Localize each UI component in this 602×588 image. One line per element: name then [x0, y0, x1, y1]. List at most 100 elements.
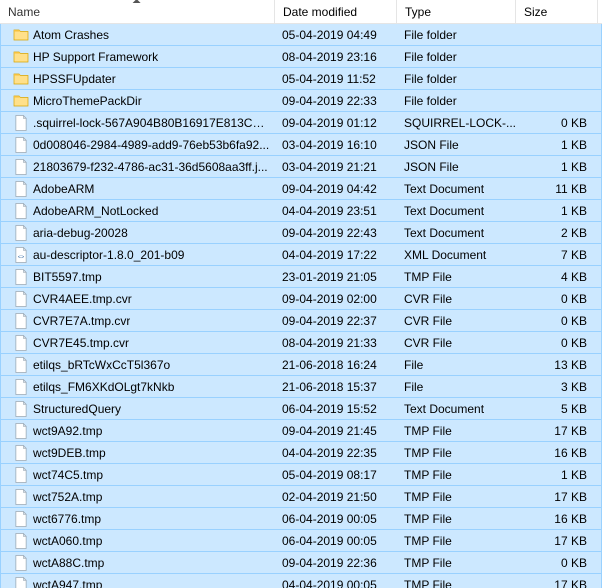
file-icon: [13, 489, 29, 505]
cell-date: 21-06-2018 15:37: [276, 376, 398, 397]
file-list: Atom Crashes05-04-2019 04:49File folderH…: [0, 24, 602, 588]
cell-type: JSON File: [398, 134, 517, 155]
cell-size: 11 KB: [517, 178, 599, 199]
table-row[interactable]: BIT5597.tmp23-01-2019 21:05TMP File4 KB: [0, 266, 602, 288]
cell-date: 05-04-2019 08:17: [276, 464, 398, 485]
file-icon: [13, 533, 29, 549]
table-row[interactable]: CVR4AEE.tmp.cvr09-04-2019 02:00CVR File0…: [0, 288, 602, 310]
cell-type: Text Document: [398, 178, 517, 199]
folder-icon: [13, 27, 29, 43]
table-row[interactable]: wctA060.tmp06-04-2019 00:05TMP File17 KB: [0, 530, 602, 552]
table-row[interactable]: etilqs_FM6XKdOLgt7kNkb21-06-2018 15:37Fi…: [0, 376, 602, 398]
cell-date: 04-04-2019 00:05: [276, 574, 398, 588]
cell-size: 0 KB: [517, 112, 599, 133]
table-row[interactable]: wct9DEB.tmp04-04-2019 22:35TMP File16 KB: [0, 442, 602, 464]
cell-size: 13 KB: [517, 354, 599, 375]
table-row[interactable]: 0d008046-2984-4989-add9-76eb53b6fa92... 0…: [0, 134, 602, 156]
column-header-name-label: Name: [8, 5, 40, 19]
cell-size: 4 KB: [517, 266, 599, 287]
file-icon: [13, 225, 29, 241]
cell-size: 2 KB: [517, 222, 599, 243]
table-row[interactable]: HP Support Framework08-04-2019 23:16File…: [0, 46, 602, 68]
file-icon: [13, 269, 29, 285]
file-icon: [13, 357, 29, 373]
cell-type: Text Document: [398, 200, 517, 221]
cell-size: [517, 24, 599, 45]
cell-size: 0 KB: [517, 332, 599, 353]
file-name: CVR7E45.tmp.cvr: [33, 336, 129, 350]
cell-size: 16 KB: [517, 442, 599, 463]
folder-icon: [13, 71, 29, 87]
file-icon: [13, 291, 29, 307]
cell-type: TMP File: [398, 552, 517, 573]
cell-size: 1 KB: [517, 134, 599, 155]
table-row[interactable]: MicroThemePackDir 09-04-2019 22:33File fo…: [0, 90, 602, 112]
file-icon: [13, 115, 29, 131]
table-row[interactable]: AdobeARM_NotLocked04-04-2019 23:51Text D…: [0, 200, 602, 222]
table-row[interactable]: CVR7E7A.tmp.cvr09-04-2019 22:37CVR File0…: [0, 310, 602, 332]
file-icon: [13, 445, 29, 461]
file-name: wctA88C.tmp: [33, 556, 104, 570]
file-name: CVR4AEE.tmp.cvr: [33, 292, 132, 306]
cell-name: HP Support Framework: [1, 46, 276, 67]
cell-name: wct6776.tmp: [1, 508, 276, 529]
cell-type: TMP File: [398, 486, 517, 507]
table-row[interactable]: wct74C5.tmp05-04-2019 08:17TMP File1 KB: [0, 464, 602, 486]
file-name: wctA947.tmp: [33, 578, 102, 588]
column-header-name[interactable]: Name: [0, 0, 275, 23]
file-icon: [13, 159, 29, 175]
folder-icon: [13, 93, 29, 109]
cell-name: aria-debug-20028: [1, 222, 276, 243]
table-row[interactable]: aria-debug-2002809-04-2019 22:43Text Doc…: [0, 222, 602, 244]
cell-type: File: [398, 354, 517, 375]
cell-name: etilqs_bRTcWxCcT5l367o: [1, 354, 276, 375]
cell-date: 23-01-2019 21:05: [276, 266, 398, 287]
table-row[interactable]: Atom Crashes05-04-2019 04:49File folder: [0, 24, 602, 46]
cell-type: File folder: [398, 90, 517, 111]
table-row[interactable]: wct752A.tmp02-04-2019 21:50TMP File17 KB: [0, 486, 602, 508]
cell-name: AdobeARM: [1, 178, 276, 199]
table-row[interactable]: wct9A92.tmp09-04-2019 21:45TMP File17 KB: [0, 420, 602, 442]
file-name: wct6776.tmp: [33, 512, 101, 526]
cell-size: 0 KB: [517, 552, 599, 573]
cell-date: 02-04-2019 21:50: [276, 486, 398, 507]
file-name: wct9DEB.tmp: [33, 446, 106, 460]
table-row[interactable]: etilqs_bRTcWxCcT5l367o21-06-2018 16:24Fi…: [0, 354, 602, 376]
table-row[interactable]: 21803679-f232-4786-ac31-36d5608aa3ff.j..…: [0, 156, 602, 178]
file-name: MicroThemePackDir: [33, 94, 142, 108]
column-header-type[interactable]: Type: [397, 0, 516, 23]
cell-date: 05-04-2019 04:49: [276, 24, 398, 45]
column-header-type-label: Type: [405, 5, 431, 19]
cell-name: StructuredQuery: [1, 398, 276, 419]
cell-date: 05-04-2019 11:52: [276, 68, 398, 89]
table-row[interactable]: wctA947.tmp04-04-2019 00:05TMP File17 KB: [0, 574, 602, 588]
file-icon: [13, 423, 29, 439]
cell-name: 21803679-f232-4786-ac31-36d5608aa3ff.j..…: [1, 156, 276, 177]
table-row[interactable]: CVR7E45.tmp.cvr08-04-2019 21:33CVR File0…: [0, 332, 602, 354]
cell-size: 7 KB: [517, 244, 599, 265]
cell-name: MicroThemePackDir: [1, 90, 276, 111]
table-row[interactable]: .squirrel-lock-567A904B80B16917E813CC...…: [0, 112, 602, 134]
table-row[interactable]: wctA88C.tmp09-04-2019 22:36TMP File0 KB: [0, 552, 602, 574]
cell-name: wct9A92.tmp: [1, 420, 276, 441]
file-name: wct752A.tmp: [33, 490, 102, 504]
cell-date: 04-04-2019 23:51: [276, 200, 398, 221]
table-row[interactable]: au-descriptor-1.8.0_201-b0904-04-2019 17…: [0, 244, 602, 266]
file-name: wct74C5.tmp: [33, 468, 103, 482]
table-row[interactable]: AdobeARM09-04-2019 04:42Text Document11 …: [0, 178, 602, 200]
cell-date: 03-04-2019 16:10: [276, 134, 398, 155]
column-header-size[interactable]: Size: [516, 0, 598, 23]
file-name: CVR7E7A.tmp.cvr: [33, 314, 130, 328]
cell-date: 09-04-2019 22:37: [276, 310, 398, 331]
cell-size: [517, 68, 599, 89]
sort-ascending-icon: [133, 0, 141, 3]
table-row[interactable]: wct6776.tmp06-04-2019 00:05TMP File16 KB: [0, 508, 602, 530]
table-row[interactable]: HPSSFUpdater05-04-2019 11:52File folder: [0, 68, 602, 90]
table-row[interactable]: StructuredQuery06-04-2019 15:52Text Docu…: [0, 398, 602, 420]
cell-name: .squirrel-lock-567A904B80B16917E813CC...: [1, 112, 276, 133]
cell-date: 09-04-2019 22:33: [276, 90, 398, 111]
cell-date: 09-04-2019 01:12: [276, 112, 398, 133]
file-name: 0d008046-2984-4989-add9-76eb53b6fa92...: [33, 138, 269, 152]
cell-name: CVR7E7A.tmp.cvr: [1, 310, 276, 331]
column-header-date[interactable]: Date modified: [275, 0, 397, 23]
